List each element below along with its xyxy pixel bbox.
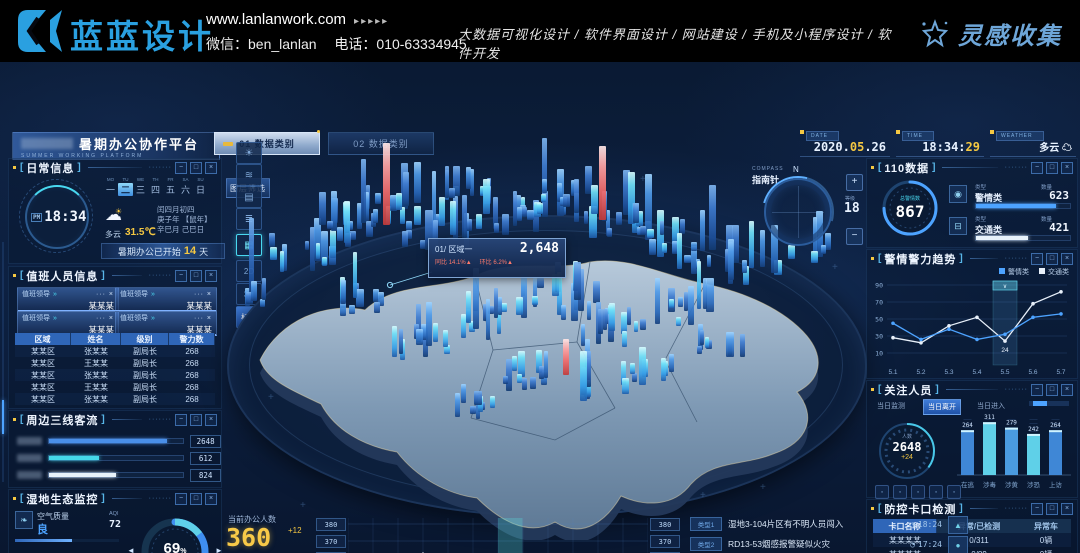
collect-text: 灵感收集 <box>958 16 1062 51</box>
decor-plus: + <box>700 490 706 501</box>
map-tooltip: 01/ 区域一2,648 同比 14.1%▲ 环比 6.2%▲ <box>428 238 566 278</box>
logo-text: 蓝蓝设计 <box>70 10 214 58</box>
alert-text: 湿地3-104片区有不明人员闯入 <box>728 518 904 530</box>
alert-time: ◔18:24 <box>910 520 942 529</box>
services-text: 大数据可视化设计 / 软件界面设计 / 网站建设 / 手机及小程序设计 / 软件… <box>458 24 898 62</box>
alert-row[interactable]: 类型2 RD13-53烟感报警疑似火灾 ◔17:24 <box>690 536 942 552</box>
decor-plus: + <box>250 182 256 193</box>
contact-line: 微信：ben_lanlan 电话：010-63334945 <box>206 34 467 54</box>
wechat-id: ben_lanlan <box>248 36 317 52</box>
decor-plus: + <box>640 174 646 185</box>
alert-badge: 类型2 <box>690 537 722 551</box>
clock-icon: ◔ <box>910 540 915 549</box>
screenshot-stage: 蓝蓝设计 www.lanlanwork.com▸▸▸▸▸ 微信：ben_lanl… <box>0 0 1080 553</box>
alert-row[interactable]: 类型1 湿地3-104片区有不明人员闯入 ◔18:24 <box>690 516 942 532</box>
decor-plus: + <box>760 482 766 493</box>
alert-list: 类型1 湿地3-104片区有不明人员闯入 ◔18:24 类型2 RD13-53烟感报警疑… <box>0 62 1080 553</box>
alert-pause-button[interactable]: ● <box>948 536 968 553</box>
alert-badge: 类型1 <box>690 517 722 531</box>
website-link[interactable]: www.lanlanwork.com▸▸▸▸▸ <box>206 11 389 28</box>
alert-up-button[interactable]: ▲ <box>948 516 968 534</box>
alert-text: RD13-53烟感报警疑似火灾 <box>728 538 904 550</box>
decor-plus: + <box>268 392 274 403</box>
collect-brand: 灵感收集 <box>920 16 1062 51</box>
alert-time: ◔17:24 <box>910 540 942 549</box>
decor-plus: + <box>832 262 838 273</box>
arrows-decor: ▸▸▸▸▸ <box>354 16 389 27</box>
lanlan-logo-icon <box>16 8 64 54</box>
phone-number: 010-63334945 <box>376 36 466 52</box>
decor-plus: + <box>300 500 306 511</box>
clock-icon: ◔ <box>910 520 915 529</box>
promo-banner: 蓝蓝设计 www.lanlanwork.com▸▸▸▸▸ 微信：ben_lanl… <box>0 0 1080 62</box>
dashboard: 暑期办公协作平台 SUMMER WORKING PLATFORM 01 数据类别… <box>0 62 1080 553</box>
star-icon <box>920 19 950 49</box>
